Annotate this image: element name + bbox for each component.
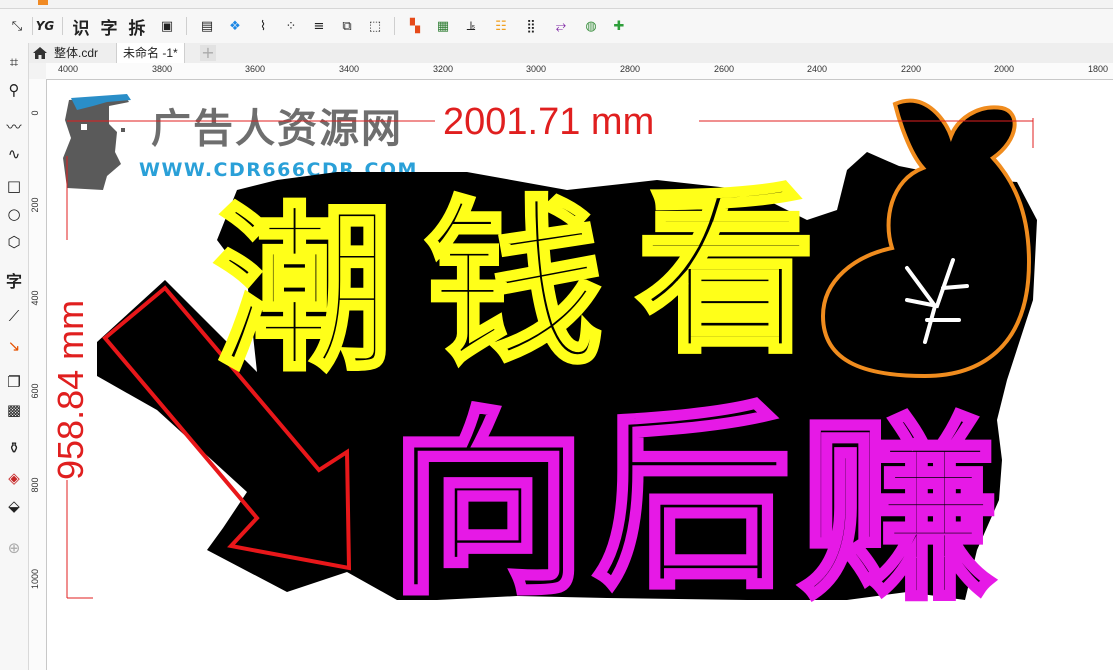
ruler-label: 400 bbox=[30, 290, 40, 306]
drop-shadow-icon[interactable]: ❐ bbox=[3, 371, 25, 393]
connector-tool-icon[interactable]: ↘ bbox=[3, 335, 25, 357]
tab-document-1[interactable]: 整体.cdr bbox=[48, 43, 104, 63]
watermark-title: 广告人资源网 bbox=[151, 106, 403, 152]
width-dimension-label: 2001.71 mm bbox=[443, 101, 654, 143]
interactive-fill-icon[interactable]: ◈ bbox=[3, 467, 25, 489]
vertical-ruler[interactable]: 0 200 400 600 800 1000 bbox=[29, 79, 47, 670]
smart-fill-icon[interactable]: ⬙ bbox=[3, 495, 25, 517]
add-tool-icon[interactable]: ⊕ bbox=[3, 537, 25, 559]
crop-tool-icon[interactable]: ⌗ bbox=[3, 51, 25, 73]
freehand-tool-icon[interactable]: 〰 bbox=[3, 115, 25, 137]
transform-icon[interactable]: ⥂ bbox=[550, 15, 572, 37]
ruler-label: 2800 bbox=[619, 64, 641, 74]
artwork-svg: 广告人资源网 WWW.CDR666CDR.COM 潮 钱 看 向 后 赚 200… bbox=[50, 94, 1037, 630]
toolbox: ⌗ ⚲ 〰 ∿ □ ○ ⬡ 字 ⟋ ↘ ❐ ▩ ⚱ ◈ ⬙ ⊕ bbox=[0, 43, 29, 670]
subline-char-1: 向 bbox=[389, 390, 587, 621]
list-icon[interactable]: ☷ bbox=[490, 15, 512, 37]
recognize-text-button[interactable]: 识 bbox=[70, 15, 92, 39]
select-frame-icon[interactable]: ⬚ bbox=[364, 15, 386, 37]
document-tabs: 整体.cdr 未命名 -1* + bbox=[28, 43, 1113, 64]
headline-char-2: 钱 bbox=[425, 181, 603, 388]
ruler-label: 800 bbox=[30, 477, 40, 493]
toolbar-separator bbox=[32, 17, 33, 35]
headline-char-1: 潮 bbox=[215, 187, 393, 394]
toolbar: ⤡ YG 识 字 拆 ▣ ▤ ❖ ⌇ ⁘ ≡ ⧉ ⬚ ▚ ▦ ⫡ ☷ ⣿ ⥂ ◍… bbox=[0, 9, 1113, 44]
watermark-logo bbox=[63, 94, 131, 190]
grid-pattern-icon[interactable]: ❖ bbox=[224, 15, 246, 37]
toolbar-separator bbox=[186, 17, 187, 35]
align-color-icon[interactable]: ▚ bbox=[404, 15, 426, 37]
tab-document-2[interactable]: 未命名 -1* bbox=[116, 43, 185, 63]
headline-char-3: 看 bbox=[637, 169, 815, 376]
transparency-icon[interactable]: ▩ bbox=[3, 399, 25, 421]
ruler-label: 3000 bbox=[525, 64, 547, 74]
ruler-label: 3800 bbox=[151, 64, 173, 74]
ruler-label: 2400 bbox=[806, 64, 828, 74]
ellipse-tool-icon[interactable]: ○ bbox=[3, 203, 25, 225]
parallel-dimension-icon[interactable]: ⟋ bbox=[3, 305, 25, 327]
dots-grid-icon[interactable]: ⣿ bbox=[520, 15, 542, 37]
subline-char-3: 赚 bbox=[799, 396, 997, 627]
node-curve-icon[interactable]: ⌇ bbox=[252, 15, 274, 37]
drawing-canvas[interactable]: 广告人资源网 WWW.CDR666CDR.COM 潮 钱 看 向 后 赚 200… bbox=[47, 80, 1113, 670]
pick-tool-icon[interactable]: ⤡ bbox=[6, 15, 28, 37]
lines-icon[interactable]: ≡ bbox=[308, 15, 330, 37]
zoom-tool-icon[interactable]: ⚲ bbox=[3, 79, 25, 101]
plugin-puzzle-icon[interactable]: ✚ bbox=[608, 15, 630, 37]
menu-bar bbox=[0, 0, 1113, 9]
add-tab-button[interactable]: + bbox=[200, 45, 216, 61]
ball-icon[interactable]: ◍ bbox=[580, 15, 602, 37]
image-icon[interactable]: ▦ bbox=[432, 15, 454, 37]
yg-plugin-icon[interactable]: YG bbox=[34, 15, 56, 37]
split-button[interactable]: 拆 bbox=[126, 15, 148, 39]
text-tool-icon[interactable]: 字 bbox=[3, 269, 25, 291]
eyedropper-icon[interactable]: ⚱ bbox=[3, 437, 25, 459]
polygon-tool-icon[interactable]: ⬡ bbox=[3, 231, 25, 253]
ruler-origin[interactable] bbox=[29, 63, 47, 80]
ruler-label: 3400 bbox=[338, 64, 360, 74]
distribute-icon[interactable]: ⁘ bbox=[280, 15, 302, 37]
toolbar-separator bbox=[394, 17, 395, 35]
table-icon[interactable]: ▤ bbox=[196, 15, 218, 37]
copy-icon[interactable]: ▣ bbox=[156, 15, 178, 37]
ruler-label: 3200 bbox=[432, 64, 454, 74]
ruler-label: 1000 bbox=[30, 568, 40, 590]
app-logo-icon bbox=[38, 0, 48, 5]
ruler-label: 4000 bbox=[57, 64, 79, 74]
home-icon[interactable] bbox=[32, 45, 48, 61]
rectangle-tool-icon[interactable]: □ bbox=[3, 175, 25, 197]
height-dimension-label: 958.84 mm bbox=[50, 300, 91, 480]
align-bottom-icon[interactable]: ⫡ bbox=[460, 15, 482, 37]
toolbar-separator bbox=[62, 17, 63, 35]
artistic-media-icon[interactable]: ∿ bbox=[3, 143, 25, 165]
horizontal-ruler[interactable]: 4000 3800 3600 3400 3200 3000 2800 2600 … bbox=[46, 63, 1113, 80]
ruler-label: 0 bbox=[30, 110, 40, 116]
ruler-label: 600 bbox=[30, 383, 40, 399]
arrange-icon[interactable]: ⧉ bbox=[336, 15, 358, 37]
ruler-label: 1800 bbox=[1087, 64, 1109, 74]
ruler-label: 2000 bbox=[993, 64, 1015, 74]
subline-char-2: 后 bbox=[593, 384, 791, 615]
text-button[interactable]: 字 bbox=[98, 15, 120, 39]
ruler-label: 2600 bbox=[713, 64, 735, 74]
ruler-label: 200 bbox=[30, 197, 40, 213]
ruler-label: 2200 bbox=[900, 64, 922, 74]
ruler-label: 3600 bbox=[244, 64, 266, 74]
